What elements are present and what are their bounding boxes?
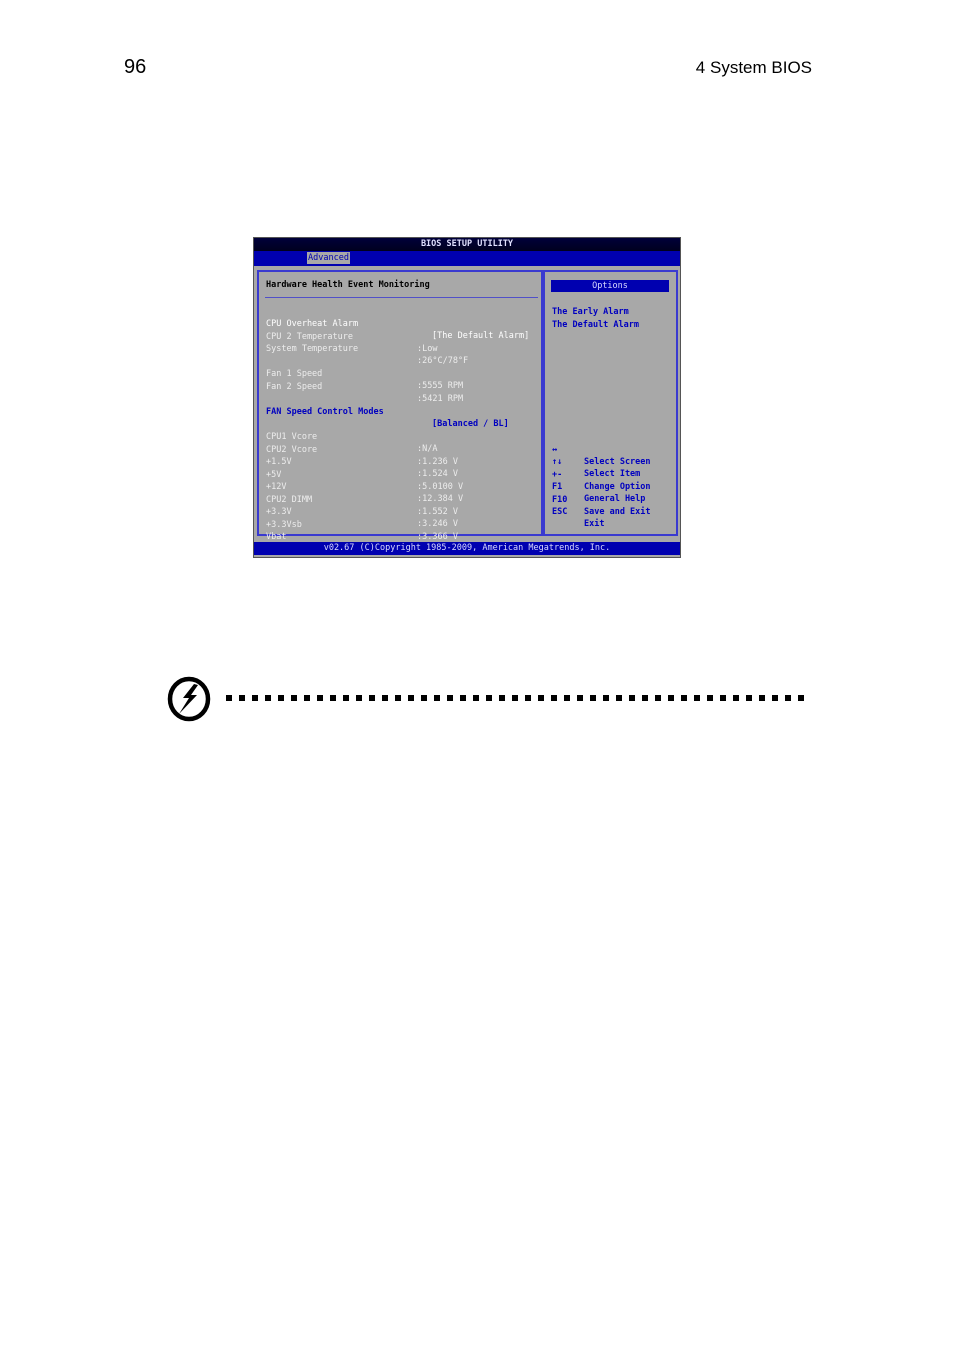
section-title: Hardware Health Event Monitoring — [266, 280, 430, 290]
readout-vbat: Vbat :3.342 V — [266, 519, 536, 554]
readout-3-3v: +3.3V :3.246 V — [266, 494, 536, 529]
readout-cpu2-vcore: CPU2 Vcore :1.236 V — [266, 432, 536, 467]
readout-value: :5555 RPM — [417, 381, 464, 391]
readout-1-5v: +1.5V :1.524 V — [266, 444, 536, 479]
setting-fan-speed-control-modes[interactable]: FAN Speed Control Modes [Balanced / BL] — [266, 394, 536, 429]
chapter-title: 4 System BIOS — [695, 58, 812, 77]
setting-label: FAN Speed Control Modes — [266, 407, 384, 417]
tab-advanced[interactable]: Advanced — [307, 252, 350, 264]
key-description: Exit — [584, 519, 605, 529]
key-hint-select-screen: ↔ Select Screen — [552, 432, 672, 467]
readout-value: :Low — [417, 344, 438, 354]
key-description: Save and Exit — [584, 507, 651, 517]
bios-title: BIOS SETUP UTILITY — [254, 238, 680, 251]
esc-key: ESC — [552, 507, 568, 517]
readout-fan2-speed: Fan 2 Speed :5421 RPM — [266, 369, 536, 404]
divider — [265, 297, 538, 298]
option-early-alarm[interactable]: The Early Alarm — [552, 306, 629, 318]
readout-3-3vsb: +3.3Vsb :3.366 V — [266, 507, 536, 542]
readout-label: System Temperature — [266, 344, 359, 354]
bios-copyright-footer: v02.67 (C)Copyright 1985-2009, American … — [254, 542, 680, 555]
readout-5v: +5V :5.0100 V — [266, 457, 536, 492]
key-hint-exit: ESC Exit — [552, 494, 672, 529]
readout-system-temperature: System Temperature :26°C/78°F — [266, 331, 536, 366]
readout-cpu2-dimm: CPU2 DIMM :1.552 V — [266, 482, 536, 517]
readout-label: Fan 2 Speed — [266, 382, 323, 392]
key-hint-change-option: +- Change Option — [552, 457, 672, 492]
bios-screenshot: BIOS SETUP UTILITY Advanced Hardware Hea… — [253, 237, 681, 558]
page-number: 96 — [124, 56, 147, 78]
readout-12v: +12V :12.384 V — [266, 469, 536, 504]
readout-cpu2-temperature: CPU 2 Temperature :Low — [266, 319, 536, 354]
key-hint-general-help: F1 General Help — [552, 469, 672, 504]
bios-main-panel: Hardware Health Event Monitoring CPU Ove… — [257, 270, 543, 554]
key-hint-save-exit: F10 Save and Exit — [552, 482, 672, 517]
setting-cpu-overheat-alarm[interactable]: CPU Overheat Alarm [The Default Alarm] — [266, 306, 536, 341]
key-hint-select-item: ↑↓ Select Item — [552, 444, 672, 479]
readout-fan1-speed: Fan 1 Speed :5555 RPM — [266, 356, 536, 391]
dotted-divider — [226, 695, 810, 701]
options-header: Options — [551, 280, 669, 292]
bios-menubar: Advanced — [254, 251, 680, 266]
option-default-alarm[interactable]: The Default Alarm — [552, 319, 639, 331]
lightning-warning-icon — [166, 676, 212, 722]
bios-help-panel: Options The Early Alarm The Default Alar… — [543, 270, 678, 536]
readout-cpu1-vcore: CPU1 Vcore :N/A — [266, 419, 536, 454]
